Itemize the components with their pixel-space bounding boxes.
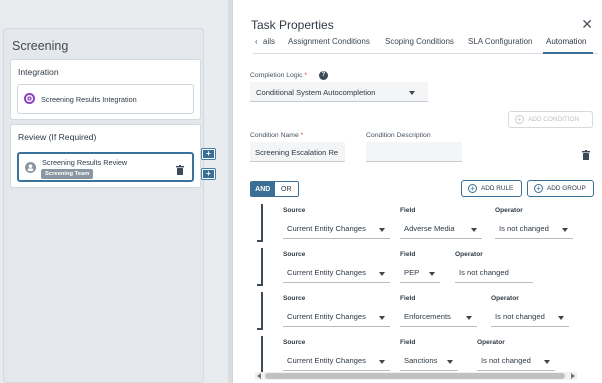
add-task-below-button[interactable]: + <box>201 168 216 180</box>
source-label: Source <box>283 207 306 214</box>
plus-circle-icon: + <box>515 115 524 124</box>
caret-down-icon <box>562 228 568 232</box>
tab-bar: ‹ ails Assignment Conditions Scoping Con… <box>253 34 598 54</box>
field-label: Field <box>400 207 416 214</box>
source-select[interactable]: Current Entity Changes <box>283 220 390 239</box>
caret-down-icon <box>379 316 385 320</box>
add-rule-button[interactable]: + ADD RULE <box>461 180 522 197</box>
field-select[interactable]: Sanctions <box>400 352 458 371</box>
tab-prev-arrow[interactable]: ‹ <box>255 37 258 46</box>
rule-row: Source Current Entity Changes Field Adve… <box>257 204 602 245</box>
caret-down-icon <box>409 91 415 95</box>
active-tab-indicator <box>543 52 593 54</box>
field-label: Field <box>400 339 416 346</box>
rule-row: Source Current Entity Changes Field PEP … <box>257 248 602 289</box>
add-task-button[interactable]: + <box>201 148 216 160</box>
caret-down-icon <box>466 316 472 320</box>
team-badge: Screening Team <box>41 169 94 179</box>
field-select[interactable]: PEP <box>400 264 440 283</box>
field-select[interactable]: Enforcements <box>400 308 477 327</box>
task-label: Screening Results Integration <box>41 95 137 104</box>
field-label: Field <box>400 295 416 302</box>
operator-label: Operator <box>491 295 519 302</box>
horizontal-scrollbar[interactable] <box>255 372 577 380</box>
task-properties-panel: Task Properties ✕ ‹ ails Assignment Cond… <box>232 0 602 383</box>
section-review: Review (If Required) Screening Results R… <box>10 124 201 188</box>
task-label: Screening Results Review <box>42 158 128 167</box>
source-label: Source <box>283 251 306 258</box>
operator-label: Operator <box>477 339 505 346</box>
scroll-left-arrow[interactable] <box>257 373 261 379</box>
field-label: Field <box>400 251 416 258</box>
plus-circle-icon: + <box>534 184 543 193</box>
tab-details[interactable]: ails <box>263 37 275 46</box>
section-title: Review (If Required) <box>18 132 97 142</box>
section-integration: Integration Screening Results Integratio… <box>10 59 201 120</box>
plus-icon: + <box>203 150 214 158</box>
trash-icon[interactable] <box>582 147 590 165</box>
trash-icon[interactable] <box>176 162 184 175</box>
tab-scoping-conditions[interactable]: Scoping Conditions <box>385 37 454 46</box>
plus-icon: + <box>203 170 214 178</box>
rule-row: Source Current Entity Changes Field Enfo… <box>257 292 602 333</box>
condition-description-input[interactable] <box>366 142 462 162</box>
rule-row: Source Current Entity Changes Field Sanc… <box>257 336 602 377</box>
source-label: Source <box>283 339 306 346</box>
operator-select[interactable]: Is not changed <box>477 352 555 371</box>
stage-column: Screening Integration Screening Results … <box>3 28 204 383</box>
section-title: Integration <box>18 67 59 77</box>
condition-description-label: Condition Description <box>366 132 431 139</box>
and-toggle-option[interactable]: AND <box>251 182 275 196</box>
scroll-right-arrow[interactable] <box>571 373 575 379</box>
source-label: Source <box>283 295 306 302</box>
condition-name-input[interactable]: Screening Escalation Re <box>250 142 345 162</box>
completion-logic-label: Completion Logic * <box>250 72 308 79</box>
caret-down-icon <box>447 360 453 364</box>
caret-down-icon <box>379 272 385 276</box>
panel-title: Task Properties <box>251 18 334 32</box>
caret-down-icon <box>429 272 435 276</box>
source-select[interactable]: Current Entity Changes <box>283 352 390 371</box>
scrollbar-thumb[interactable] <box>265 373 565 379</box>
caret-down-icon <box>379 228 385 232</box>
person-icon <box>25 162 36 173</box>
caret-down-icon <box>471 228 477 232</box>
or-toggle-option[interactable]: OR <box>274 182 298 196</box>
and-or-toggle: AND OR <box>250 181 299 197</box>
help-icon[interactable]: ? <box>319 71 328 80</box>
task-card-review[interactable]: Screening Results Review Screening Team <box>17 152 194 182</box>
tab-automation[interactable]: Automation <box>546 37 586 46</box>
operator-label: Operator <box>455 251 483 258</box>
operator-label: Operator <box>495 207 523 214</box>
operator-select[interactable]: Is not changed <box>455 264 533 283</box>
gear-icon <box>24 93 35 104</box>
completion-logic-select[interactable]: Conditional System Autocompletion <box>250 82 428 102</box>
close-icon[interactable]: ✕ <box>581 16 593 33</box>
caret-down-icon <box>544 360 550 364</box>
operator-select[interactable]: Is not changed <box>495 220 573 239</box>
add-condition-button[interactable]: + ADD CONDITION <box>508 111 593 128</box>
tab-assignment-conditions[interactable]: Assignment Conditions <box>288 37 370 46</box>
operator-select[interactable]: Is not changed <box>491 308 569 327</box>
field-select[interactable]: Adverse Media <box>400 220 482 239</box>
plus-circle-icon: + <box>468 184 477 193</box>
condition-name-label: Condition Name * <box>250 132 304 139</box>
task-card-integration[interactable]: Screening Results Integration <box>17 84 194 114</box>
caret-down-icon <box>558 316 564 320</box>
add-group-button[interactable]: + ADD GROUP <box>527 180 594 197</box>
source-select[interactable]: Current Entity Changes <box>283 264 390 283</box>
stage-title: Screening <box>12 39 69 53</box>
caret-down-icon <box>379 360 385 364</box>
source-select[interactable]: Current Entity Changes <box>283 308 390 327</box>
tab-sla-configuration[interactable]: SLA Configuration <box>468 37 533 46</box>
